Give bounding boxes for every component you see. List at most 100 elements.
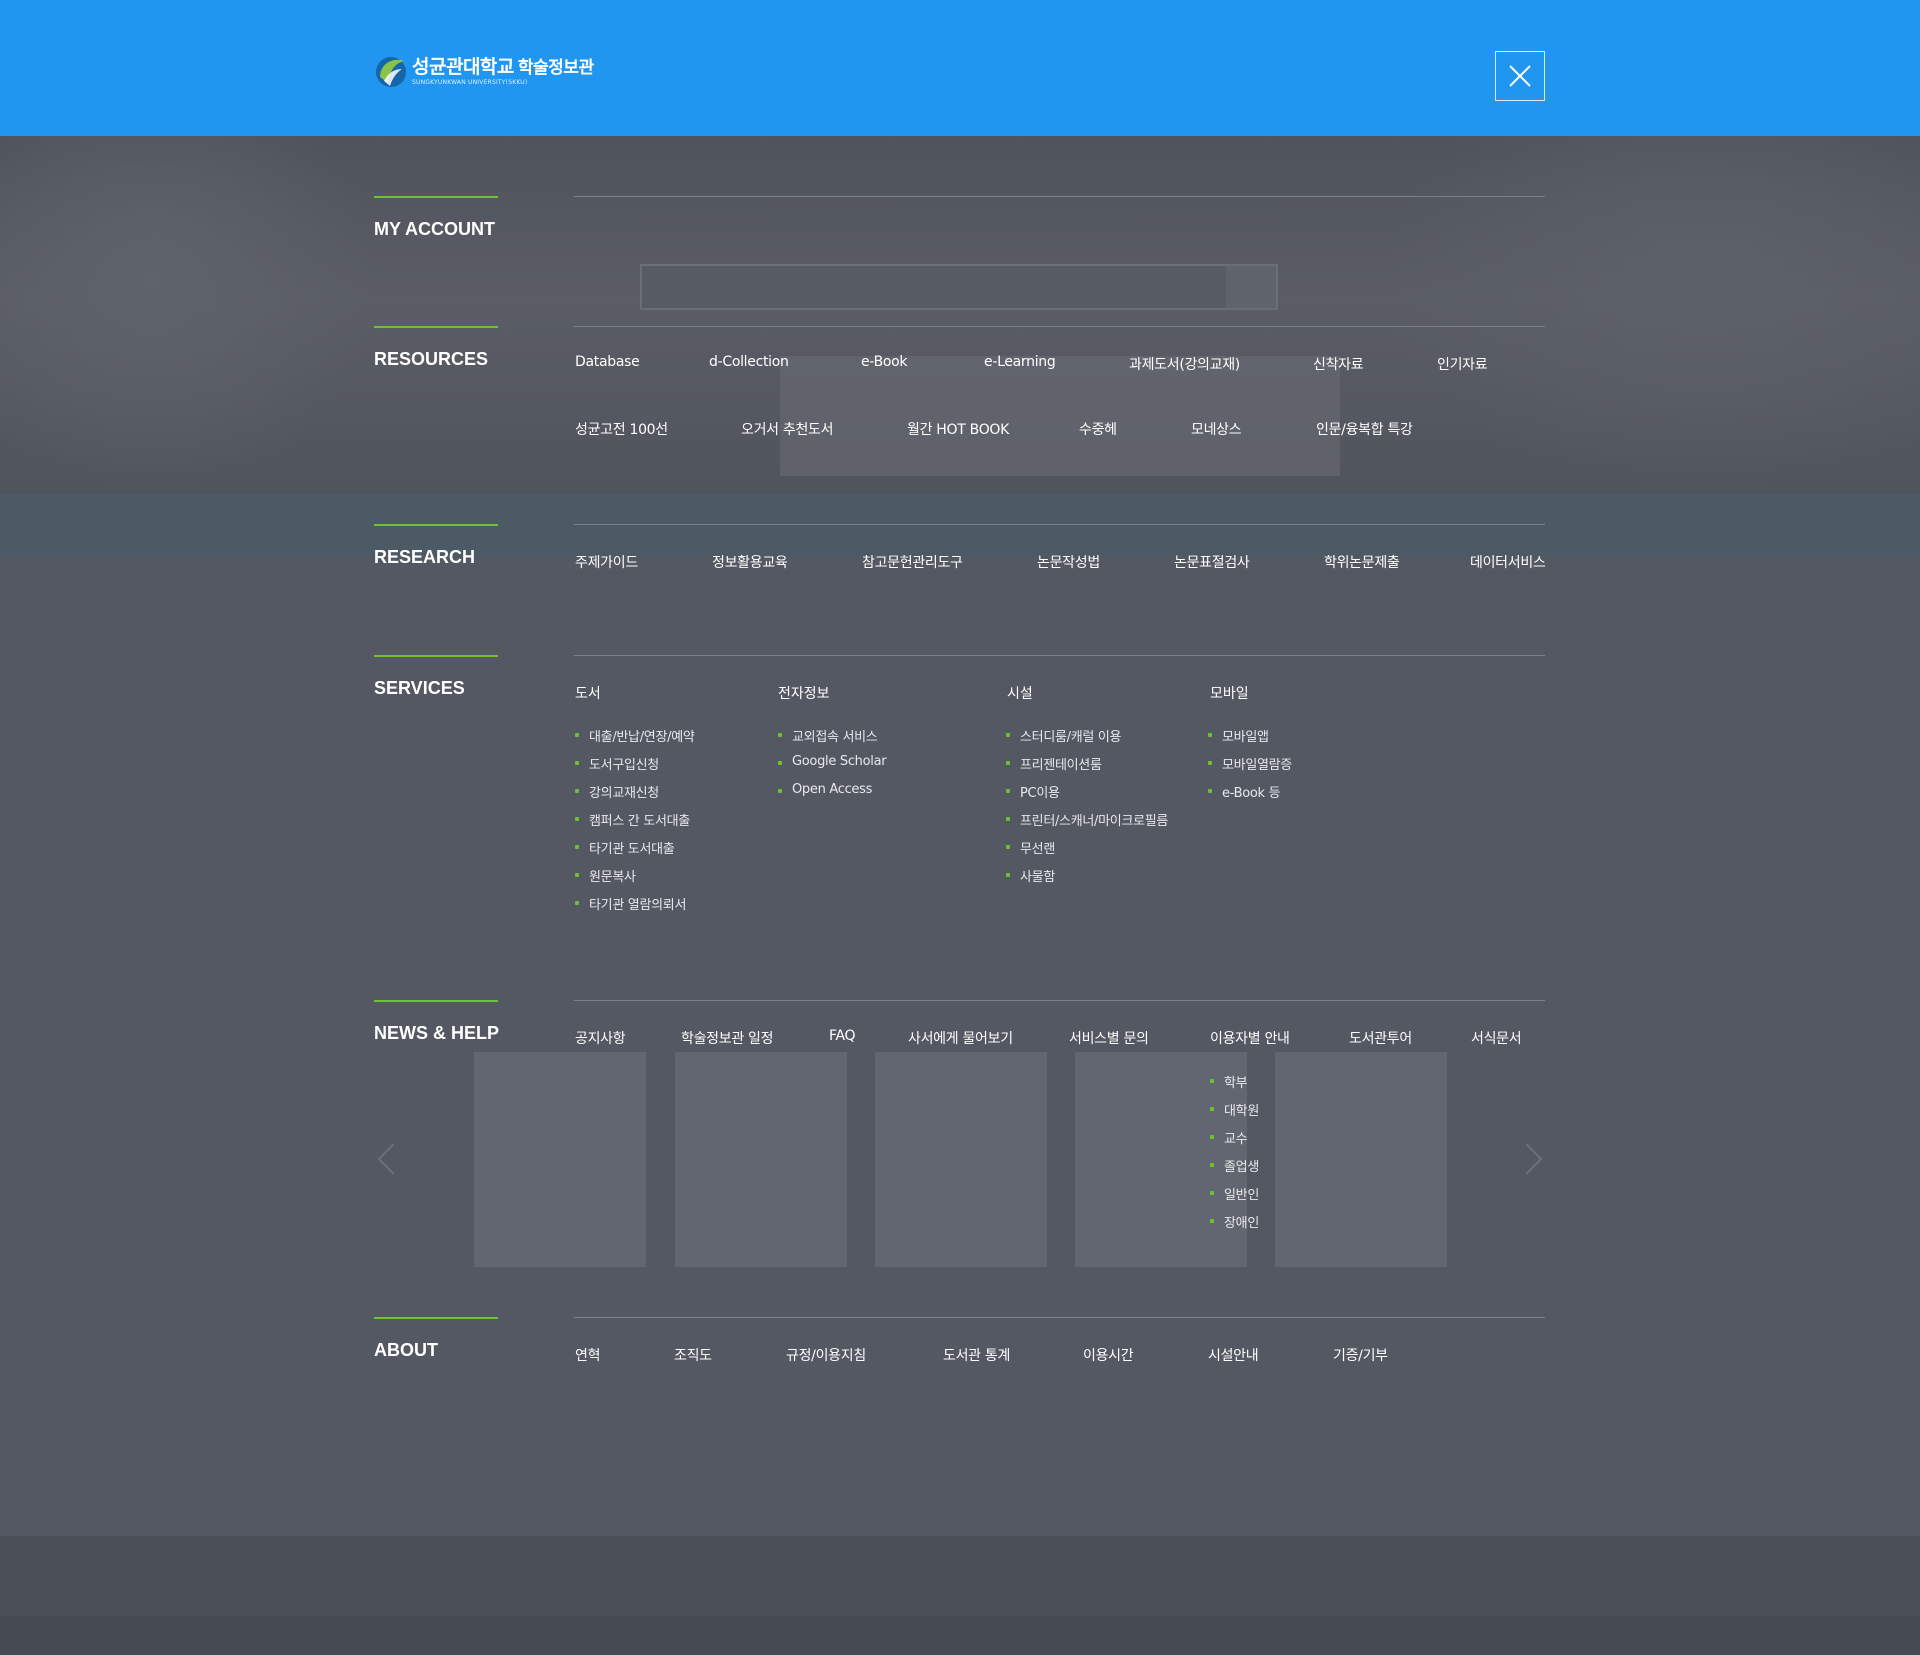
- link-thesis-submission[interactable]: 학위논문제출: [1324, 552, 1400, 572]
- bullet-icon: [1006, 817, 1010, 821]
- link-notices[interactable]: 공지사항: [575, 1028, 626, 1048]
- link-popular-items[interactable]: 인기자료: [1437, 354, 1488, 374]
- background-search-box: [640, 264, 1278, 310]
- section-divider-accent: [374, 196, 498, 198]
- link-wireless-lan[interactable]: 무선랜: [1006, 838, 1055, 857]
- link-user-guide[interactable]: 이용자별 안내: [1210, 1028, 1290, 1048]
- bullet-icon: [1208, 733, 1212, 737]
- section-divider-accent: [374, 326, 498, 328]
- link-new-arrivals[interactable]: 신착자료: [1313, 354, 1364, 374]
- close-icon: [1509, 65, 1531, 87]
- link-recommended-books[interactable]: 오거서 추천도서: [741, 419, 834, 439]
- link-pc-use[interactable]: PC이용: [1006, 782, 1060, 801]
- bullet-icon: [575, 901, 579, 905]
- link-printer-scanner[interactable]: 프린터/스캐너/마이크로필름: [1006, 810, 1168, 829]
- link-guide-public[interactable]: 일반인: [1210, 1184, 1259, 1203]
- link-statistics[interactable]: 도서관 통계: [943, 1345, 1010, 1365]
- link-guide-disabled[interactable]: 장애인: [1210, 1212, 1259, 1231]
- link-document-delivery[interactable]: 원문복사: [575, 866, 636, 885]
- bullet-icon: [1210, 1219, 1214, 1223]
- background-search-icon: [1226, 266, 1276, 308]
- link-e-learning[interactable]: e-Learning: [984, 354, 1056, 370]
- link-study-room[interactable]: 스터디룸/캐럴 이용: [1006, 726, 1122, 745]
- link-subject-guide[interactable]: 주제가이드: [575, 552, 638, 572]
- link-guide-undergraduate[interactable]: 학부: [1210, 1072, 1248, 1091]
- bullet-icon: [778, 733, 782, 737]
- link-history[interactable]: 연혁: [575, 1345, 600, 1365]
- section-divider: [574, 655, 1545, 656]
- link-information-literacy[interactable]: 정보활용교육: [712, 552, 788, 572]
- link-presentation-room[interactable]: 프리젠테이션룸: [1006, 754, 1102, 773]
- link-monthly-hot-book[interactable]: 월간 HOT BOOK: [907, 419, 1009, 439]
- link-opening-hours[interactable]: 이용시간: [1083, 1345, 1134, 1365]
- link-lockers[interactable]: 사물함: [1006, 866, 1055, 885]
- link-off-campus-access[interactable]: 교외접속 서비스: [778, 726, 878, 745]
- background-book-cover: [474, 1052, 646, 1267]
- bullet-icon: [575, 873, 579, 877]
- link-donation[interactable]: 기증/기부: [1333, 1345, 1388, 1365]
- link-humanities-lecture[interactable]: 인문/융복합 특강: [1316, 419, 1413, 439]
- link-open-access[interactable]: Open Access: [778, 782, 872, 797]
- background-book-cover: [875, 1052, 1047, 1267]
- logo-university-name: 성균관대학교: [412, 55, 514, 78]
- link-mobile-ebook[interactable]: e-Book 등: [1208, 782, 1281, 801]
- link-circulation[interactable]: 대출/반납/연장/예약: [575, 726, 695, 745]
- link-service-inquiry[interactable]: 서비스별 문의: [1069, 1028, 1149, 1048]
- bullet-icon: [778, 789, 782, 793]
- link-google-scholar[interactable]: Google Scholar: [778, 754, 887, 769]
- bullet-icon: [1210, 1191, 1214, 1195]
- section-title-my-account[interactable]: MY ACCOUNT: [374, 219, 495, 240]
- bullet-icon: [1210, 1163, 1214, 1167]
- link-thesis-writing[interactable]: 논문작성법: [1037, 552, 1100, 572]
- bullet-icon: [1210, 1079, 1214, 1083]
- link-faq[interactable]: FAQ: [829, 1028, 856, 1044]
- link-facilities-info[interactable]: 시설안내: [1208, 1345, 1259, 1365]
- link-forms[interactable]: 서식문서: [1471, 1028, 1522, 1048]
- bullet-icon: [1006, 761, 1010, 765]
- section-divider: [574, 196, 1545, 197]
- link-library-tour[interactable]: 도서관투어: [1349, 1028, 1412, 1048]
- link-mobile-app[interactable]: 모바일앱: [1208, 726, 1269, 745]
- services-column-books: 도서: [575, 686, 601, 702]
- link-library-calendar[interactable]: 학술정보관 일정: [681, 1028, 774, 1048]
- link-skku-classics-100[interactable]: 성균고전 100선: [575, 419, 668, 439]
- link-e-book[interactable]: e-Book: [861, 354, 908, 370]
- bullet-icon: [1208, 761, 1212, 765]
- link-plagiarism-check[interactable]: 논문표절검사: [1174, 552, 1250, 572]
- link-database[interactable]: Database: [575, 354, 640, 370]
- link-guide-faculty[interactable]: 교수: [1210, 1128, 1248, 1147]
- ghost-tree-left: [0, 136, 380, 494]
- background-campus-photo: [0, 136, 1920, 494]
- link-course-reserve[interactable]: 과제도서(강의교재): [1129, 354, 1240, 374]
- link-visit-request[interactable]: 타기관 열람의뢰서: [575, 894, 686, 913]
- link-regulations[interactable]: 규정/이용지침: [786, 1345, 866, 1365]
- logo-english-name: SUNGKYUNKWAN UNIVERSITY(SKKU): [412, 78, 528, 86]
- background-book-cover: [675, 1052, 847, 1267]
- link-reference-tools[interactable]: 참고문헌관리도구: [862, 552, 963, 572]
- link-guide-graduate[interactable]: 대학원: [1210, 1100, 1259, 1119]
- section-divider: [574, 1000, 1545, 1001]
- link-mobile-id-card[interactable]: 모바일열람증: [1208, 754, 1292, 773]
- link-interlibrary-loan[interactable]: 타기관 도서대출: [575, 838, 675, 857]
- link-d-collection[interactable]: d-Collection: [709, 354, 789, 370]
- library-logo[interactable]: 성균관대학교 학술정보관 SUNGKYUNKWAN UNIVERSITY(SKKU…: [374, 52, 594, 90]
- link-intercampus-loan[interactable]: 캠퍼스 간 도서대출: [575, 810, 690, 829]
- close-sitemap-button[interactable]: [1495, 51, 1545, 101]
- link-sujunghye[interactable]: 수중헤: [1079, 419, 1117, 439]
- bullet-icon: [1210, 1135, 1214, 1139]
- link-ask-librarian[interactable]: 사서에게 물어보기: [908, 1028, 1013, 1048]
- link-data-service[interactable]: 데이터서비스: [1470, 552, 1546, 572]
- section-title-research: RESEARCH: [374, 547, 476, 567]
- link-purchase-request[interactable]: 도서구입신청: [575, 754, 659, 773]
- services-column-facilities: 시설: [1007, 686, 1033, 702]
- services-column-mobile: 모바일: [1210, 686, 1249, 702]
- section-divider: [574, 524, 1545, 525]
- section-divider-accent: [374, 524, 498, 526]
- link-organization[interactable]: 조직도: [674, 1345, 712, 1365]
- link-guide-alumni[interactable]: 졸업생: [1210, 1156, 1259, 1175]
- link-textbook-request[interactable]: 강의교재신청: [575, 782, 659, 801]
- background-main-nav: [0, 494, 1920, 556]
- bullet-icon: [575, 789, 579, 793]
- section-divider: [574, 326, 1545, 327]
- link-monaissance[interactable]: 모네상스: [1191, 419, 1242, 439]
